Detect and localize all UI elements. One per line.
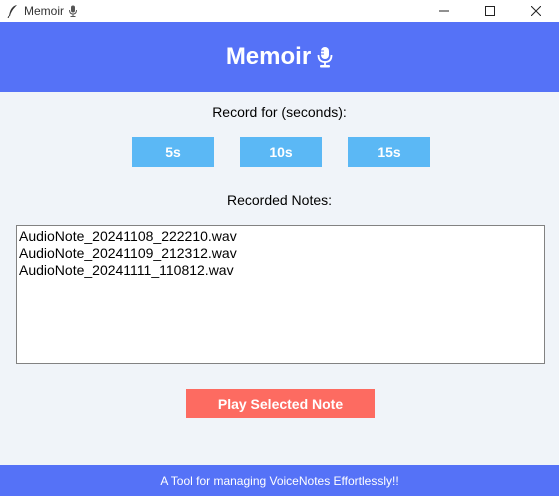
microphone-icon: [68, 5, 78, 17]
app-window: Memoir Memoir Record for (seconds): 5s 1…: [0, 0, 559, 496]
maximize-icon: [485, 6, 495, 16]
close-button[interactable]: [513, 0, 559, 22]
window-title: Memoir: [24, 4, 78, 18]
record-15s-button[interactable]: 15s: [348, 137, 430, 167]
list-item[interactable]: AudioNote_20241111_110812.wav: [18, 262, 543, 279]
list-item[interactable]: AudioNote_20241109_212312.wav: [18, 245, 543, 262]
record-10s-button[interactable]: 10s: [240, 137, 322, 167]
record-5s-button[interactable]: 5s: [132, 137, 214, 167]
list-item[interactable]: AudioNote_20241108_222210.wav: [18, 228, 543, 245]
play-selected-note-button[interactable]: Play Selected Note: [186, 389, 375, 418]
header-brand: Memoir: [226, 43, 333, 71]
window-title-text: Memoir: [24, 4, 65, 18]
window-controls: [421, 0, 559, 22]
close-icon: [531, 6, 541, 16]
title-bar: Memoir: [0, 0, 559, 22]
footer-tagline: A Tool for managing VoiceNotes Effortles…: [0, 465, 559, 496]
recorded-notes-label: Recorded Notes:: [226, 192, 333, 208]
feather-icon: [6, 4, 20, 18]
header-title: Memoir: [225, 43, 312, 70]
minimize-icon: [439, 10, 449, 12]
minimize-button[interactable]: [421, 0, 467, 22]
app-header: Memoir: [0, 22, 559, 92]
recorded-notes-list[interactable]: AudioNote_20241108_222210.wav AudioNote_…: [16, 225, 545, 364]
maximize-button[interactable]: [467, 0, 513, 22]
microphone-icon: [317, 46, 333, 68]
record-duration-label: Record for (seconds):: [212, 104, 347, 120]
